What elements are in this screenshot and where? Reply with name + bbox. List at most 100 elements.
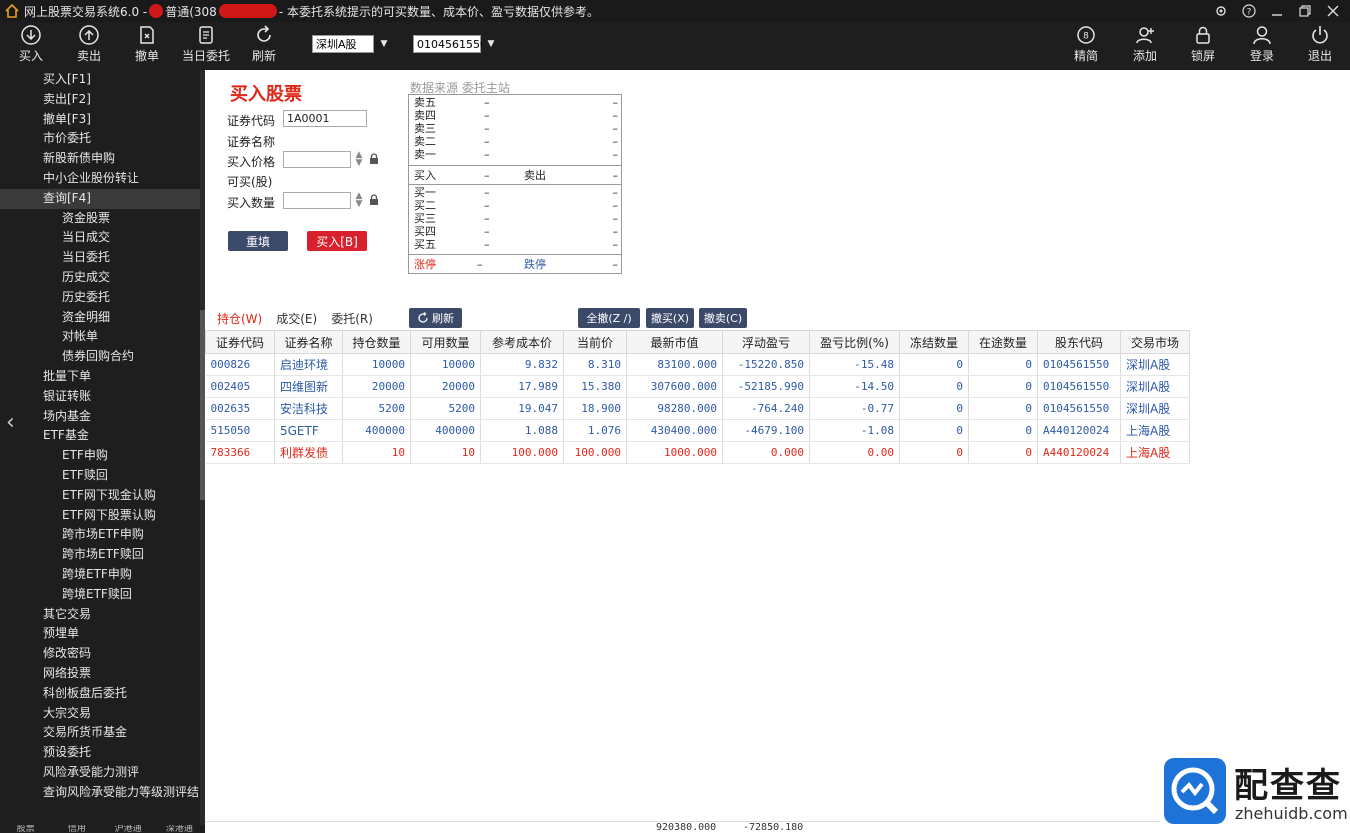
lock-screen-button[interactable]: 锁屏 — [1178, 24, 1228, 64]
cancel-buys-button[interactable]: 撤买(X) — [646, 308, 694, 328]
sidebar-item[interactable]: 历史成交 — [0, 268, 200, 288]
reset-button[interactable]: 重填 — [228, 231, 288, 251]
sidebar-item[interactable]: 市价委托 — [0, 129, 200, 149]
sidebar-item[interactable]: 卖出[F2] — [0, 90, 200, 110]
quantity-stepper[interactable]: ▲ ▼ — [351, 192, 367, 209]
sidebar-item[interactable]: 对帐单 — [0, 327, 200, 347]
sidebar-item[interactable]: 预埋单 — [0, 624, 200, 644]
column-header[interactable]: 股东代码 — [1037, 330, 1121, 354]
close-icon[interactable] — [1324, 2, 1342, 20]
simplify-button[interactable]: 8 精简 — [1061, 24, 1111, 64]
sidebar-item[interactable]: ETF申购 — [0, 446, 200, 466]
column-header[interactable]: 在途数量 — [968, 330, 1038, 354]
settings-icon[interactable] — [1212, 2, 1230, 20]
bottom-tab-credit[interactable]: 信用 — [51, 825, 102, 833]
cancel-order-button[interactable]: 撤单 — [122, 24, 172, 64]
refresh-positions-button[interactable]: 刷新 — [409, 308, 462, 328]
submit-buy-button[interactable]: 买入[B] — [307, 231, 367, 251]
column-header[interactable]: 参考成本价 — [480, 330, 564, 354]
sidebar-item[interactable]: 预设委托 — [0, 743, 200, 763]
tab-orders[interactable]: 委托(R) — [331, 310, 373, 327]
sidebar-item[interactable]: 撤单[F3] — [0, 110, 200, 130]
sidebar-item[interactable]: 新股新债申购 — [0, 149, 200, 169]
table-row[interactable]: 000826 启迪环境 10000 10000 9.832 8.310 83100.000-… — [205, 353, 1190, 376]
add-account-button[interactable]: 添加 — [1120, 24, 1170, 64]
sidebar-item[interactable]: 跨境ETF申购 — [0, 565, 200, 585]
sidebar-item[interactable]: 当日委托 — [0, 248, 200, 268]
sidebar-item[interactable]: ETF网下现金认购 — [0, 486, 200, 506]
sidebar-item[interactable]: 跨市场ETF赎回 — [0, 545, 200, 565]
column-header[interactable]: 最新市值 — [626, 330, 723, 354]
column-header[interactable]: 可用数量 — [410, 330, 481, 354]
column-header[interactable]: 当前价 — [563, 330, 627, 354]
sidebar-item[interactable]: 风险承受能力测评 — [0, 763, 200, 783]
sidebar-item[interactable]: 大宗交易 — [0, 704, 200, 724]
sidebar-item[interactable]: 查询风险承受能力等级测评结 — [0, 783, 200, 803]
bottom-tab-hk-sh[interactable]: 沪港通 — [103, 825, 154, 833]
refresh-button[interactable]: 刷新 — [239, 24, 289, 64]
table-row[interactable]: 515050 5GETF 400000 400000 1.088 1.076 430400.… — [205, 419, 1190, 442]
tab-trades[interactable]: 成交(E) — [276, 310, 317, 327]
cancel-sells-button[interactable]: 撤卖(C) — [699, 308, 747, 328]
sidebar-item[interactable]: 场内基金 — [0, 407, 200, 427]
security-code-input[interactable]: 1A0001 — [283, 110, 367, 127]
sidebar-item[interactable]: 买入[F1] — [0, 70, 200, 90]
sidebar-item[interactable]: 科创板盘后委托 — [0, 684, 200, 704]
exit-button[interactable]: 退出 — [1295, 24, 1345, 64]
bottom-tab-hk-sz[interactable]: 深港通 — [154, 825, 205, 833]
column-header[interactable]: 持仓数量 — [342, 330, 411, 354]
column-header[interactable]: 浮动盈亏 — [722, 330, 810, 354]
account-select[interactable]: 0104561550 — [413, 35, 487, 53]
buy-button[interactable]: 买入 — [6, 24, 56, 64]
sidebar-item[interactable]: 债券回购合约 — [0, 347, 200, 367]
table-row[interactable]: 002635 安洁科技 5200 5200 19.047 18.900 98280.000-… — [205, 397, 1190, 420]
price-stepper[interactable]: ▲ ▼ — [351, 151, 367, 168]
sidebar-item[interactable]: 网络投票 — [0, 664, 200, 684]
restore-icon[interactable] — [1296, 2, 1314, 20]
sell-button[interactable]: 卖出 — [64, 24, 114, 64]
sidebar-item[interactable]: 跨境ETF赎回 — [0, 585, 200, 605]
column-header[interactable]: 冻结数量 — [899, 330, 969, 354]
cancel-all-button[interactable]: 全撤(Z /) — [578, 308, 640, 328]
sidebar-item[interactable]: 批量下单 — [0, 367, 200, 387]
collapse-left-icon[interactable]: ‹ — [6, 410, 15, 435]
quote-row: 买五 – – — [414, 238, 618, 251]
sidebar-item[interactable]: 资金股票 — [0, 209, 200, 229]
column-header[interactable]: 证券名称 — [274, 330, 343, 354]
lock-icon[interactable] — [368, 153, 380, 165]
sidebar-item[interactable]: 中小企业股份转让 — [0, 169, 200, 189]
table-cell: 上海A股 — [1120, 419, 1190, 442]
chevron-down-icon[interactable]: ▼ — [482, 35, 500, 53]
minimize-icon[interactable] — [1268, 2, 1286, 20]
lock-icon[interactable] — [368, 194, 380, 206]
sidebar-item[interactable]: 资金明细 — [0, 308, 200, 328]
sidebar-item[interactable]: 其它交易 — [0, 605, 200, 625]
sidebar-item[interactable]: ETF赎回 — [0, 466, 200, 486]
column-header[interactable]: 证券代码 — [205, 330, 275, 354]
table-row[interactable]: 002405 四维图新 20000 20000 17.989 15.380 307600.0… — [205, 375, 1190, 398]
bottom-tab-stock[interactable]: 股票 — [0, 825, 51, 833]
sidebar-item[interactable]: 历史委托 — [0, 288, 200, 308]
chevron-down-icon[interactable]: ▼ — [375, 35, 393, 53]
tab-positions[interactable]: 持仓(W) — [217, 310, 262, 327]
sidebar-item[interactable]: 交易所货币基金 — [0, 723, 200, 743]
sidebar-item[interactable]: 当日成交 — [0, 228, 200, 248]
sidebar-item[interactable]: ETF网下股票认购 — [0, 506, 200, 526]
column-header[interactable]: 交易市场 — [1120, 330, 1190, 354]
help-icon[interactable]: ? — [1240, 2, 1258, 20]
column-header[interactable]: 盈亏比例(%) — [809, 330, 900, 354]
sidebar-item[interactable]: 银证转账 — [0, 387, 200, 407]
buy-quantity-input[interactable] — [283, 192, 351, 209]
login-button[interactable]: 登录 — [1237, 24, 1287, 64]
power-icon — [1312, 26, 1328, 44]
today-orders-button[interactable]: 当日委托 — [180, 24, 232, 64]
limit-row: 涨停 – 跌停 – — [414, 258, 618, 271]
sidebar-item[interactable]: 修改密码 — [0, 644, 200, 664]
sidebar-item[interactable]: 跨市场ETF申购 — [0, 525, 200, 545]
buy-price-input[interactable] — [283, 151, 351, 168]
table-row[interactable]: 783366 利群发债 10 10 100.000 100.000 1000.000 0.00… — [205, 441, 1190, 464]
sidebar-item[interactable]: ETF基金 — [0, 426, 200, 446]
sidebar-item[interactable]: 查询[F4] — [0, 188, 200, 209]
market-select[interactable]: 深圳A股 — [312, 35, 374, 53]
arrow-up-circle-icon — [79, 25, 99, 45]
